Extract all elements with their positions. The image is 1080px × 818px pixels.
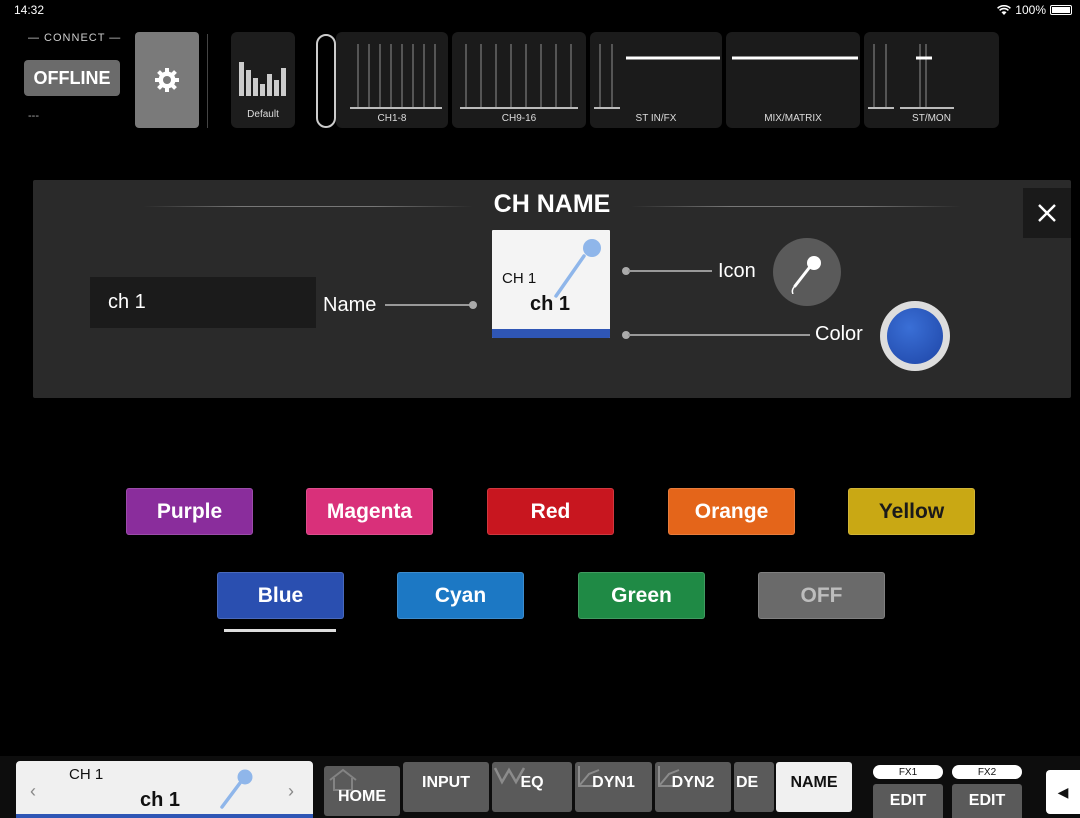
tab-label: DYN2 xyxy=(671,774,715,791)
color-orange-button[interactable]: Orange xyxy=(668,488,795,535)
toolbar-divider xyxy=(207,34,208,128)
tab-name[interactable]: NAME xyxy=(776,762,852,812)
tab-delay[interactable]: DE xyxy=(734,762,774,812)
scene-label: Default xyxy=(247,109,279,120)
fx1-edit-button[interactable]: EDIT xyxy=(873,784,943,818)
tab-input[interactable]: INPUT xyxy=(403,762,489,812)
chevron-right-icon[interactable]: › xyxy=(288,781,294,802)
selected-channel-color xyxy=(16,814,313,818)
color-yellow-button[interactable]: Yellow xyxy=(848,488,975,535)
preview-channel-name: ch 1 xyxy=(530,293,571,315)
color-off-button[interactable]: OFF xyxy=(758,572,885,619)
battery-percent: 100% xyxy=(1015,3,1046,17)
meter-icon xyxy=(239,62,286,96)
bank-st-mon[interactable]: ST/MON xyxy=(864,32,999,128)
preview-color-strip xyxy=(492,329,610,338)
fader-navigator[interactable] xyxy=(316,34,350,128)
tab-label: HOME xyxy=(338,788,386,805)
channel-preview[interactable]: CH 1 ch 1 xyxy=(492,230,610,338)
selected-color-indicator xyxy=(224,629,336,632)
close-icon xyxy=(1038,204,1056,222)
tab-label: INPUT xyxy=(422,774,470,791)
bank-label: ST/MON xyxy=(912,113,951,124)
close-button[interactable] xyxy=(1023,188,1071,238)
connect-panel: — CONNECT — OFFLINE --- xyxy=(20,32,130,128)
channel-selector[interactable]: ‹ CH 1 ch 1 › xyxy=(16,761,313,818)
bank-ch9-16[interactable]: CH9-16 xyxy=(452,32,586,128)
connector-line xyxy=(385,304,471,306)
color-select-button[interactable] xyxy=(880,301,950,371)
color-purple-button[interactable]: Purple xyxy=(126,488,253,535)
name-label: Name xyxy=(323,294,377,316)
tab-eq[interactable]: EQ xyxy=(492,762,572,812)
preview-channel-number: CH 1 xyxy=(502,270,537,287)
tab-label: NAME xyxy=(790,774,838,791)
scene-button[interactable]: Default xyxy=(231,32,295,128)
status-indicators: 100% xyxy=(997,3,1072,17)
selected-channel-name: ch 1 xyxy=(140,789,181,811)
status-time: 14:32 xyxy=(14,3,45,17)
tab-home[interactable]: HOME xyxy=(324,766,400,816)
tab-dyn1[interactable]: DYN1 xyxy=(575,762,652,812)
setup-button[interactable] xyxy=(135,32,199,128)
bank-label: CH1-8 xyxy=(377,113,407,124)
icon-select-button[interactable] xyxy=(773,238,841,306)
color-swatch xyxy=(887,308,943,364)
bank-mix-matrix[interactable]: MIX/MATRIX xyxy=(726,32,860,128)
offline-button[interactable]: OFFLINE xyxy=(24,60,120,96)
battery-icon xyxy=(1050,5,1072,15)
connector-dot xyxy=(469,301,477,309)
color-label: Color xyxy=(815,323,863,345)
connector-line xyxy=(628,270,712,272)
bank-label: MIX/MATRIX xyxy=(764,113,822,124)
bank-label: CH9-16 xyxy=(501,113,537,124)
chevron-left-icon[interactable]: ‹ xyxy=(30,781,36,802)
gear-icon xyxy=(155,68,179,92)
connector-line xyxy=(628,334,810,336)
tab-label: DYN1 xyxy=(592,774,635,791)
icon-label: Icon xyxy=(718,260,756,282)
color-blue-button[interactable]: Blue xyxy=(217,572,344,619)
panel-title: CH NAME xyxy=(493,190,611,218)
microphone-icon xyxy=(791,256,821,294)
channel-name-input[interactable] xyxy=(90,277,316,328)
fx2-label: FX2 xyxy=(952,765,1022,779)
color-red-button[interactable]: Red xyxy=(487,488,614,535)
tab-label: DE xyxy=(736,774,759,791)
tab-label: EQ xyxy=(520,774,544,791)
fx2-edit-button[interactable]: EDIT xyxy=(952,784,1022,818)
chevron-left-icon: ◀ xyxy=(1057,783,1069,800)
bank-st-in-fx[interactable]: ST IN/FX xyxy=(590,32,722,128)
microphone-icon xyxy=(220,769,253,809)
wifi-icon xyxy=(997,4,1012,15)
microphone-icon xyxy=(554,239,601,298)
connect-status: --- xyxy=(28,110,39,122)
ch-name-panel: CH NAME Name CH 1 ch 1 Icon Color xyxy=(33,180,1071,398)
color-cyan-button[interactable]: Cyan xyxy=(397,572,524,619)
side-panel-toggle[interactable]: ◀ xyxy=(1046,770,1080,814)
tab-dyn2[interactable]: DYN2 xyxy=(655,762,731,812)
color-green-button[interactable]: Green xyxy=(578,572,705,619)
fx1-label: FX1 xyxy=(873,765,943,779)
bank-label: ST IN/FX xyxy=(635,113,677,124)
selected-channel-number: CH 1 xyxy=(69,766,104,783)
bank-ch1-8[interactable]: CH1-8 xyxy=(336,32,448,128)
connect-label: — CONNECT — xyxy=(28,32,122,44)
color-magenta-button[interactable]: Magenta xyxy=(306,488,433,535)
